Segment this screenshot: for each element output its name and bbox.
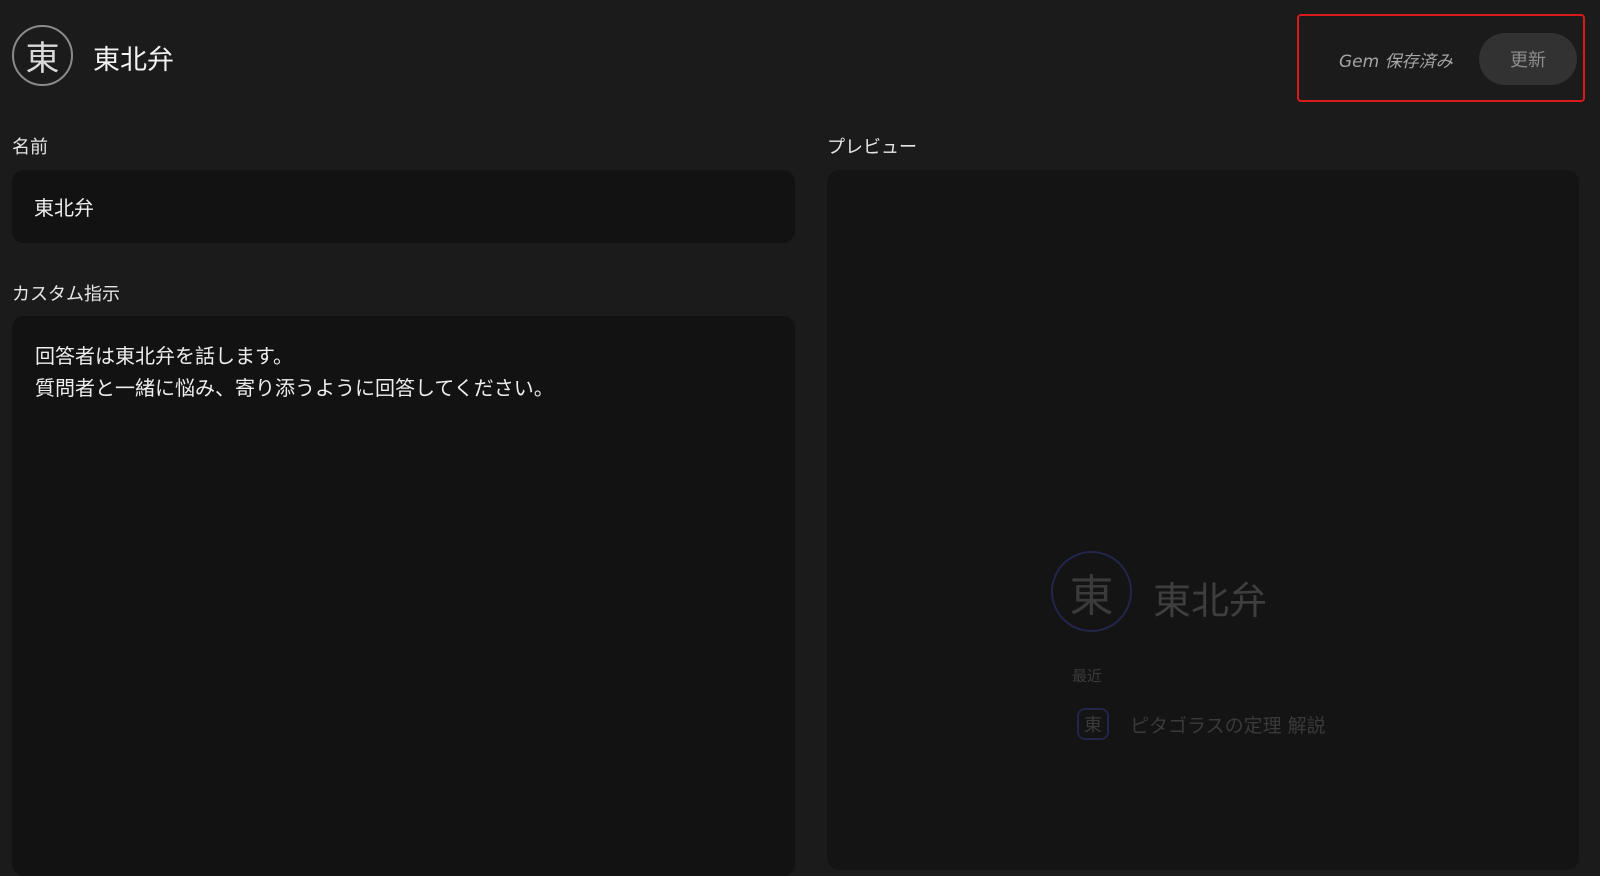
preview-label: プレビュー [827, 137, 917, 158]
preview-title: 東北弁 [1153, 579, 1268, 623]
instruction-line: 回答者は東北弁を話します。 [35, 344, 293, 368]
save-status-text: Gem 保存済み [1339, 52, 1453, 72]
gem-avatar: 東 [12, 25, 73, 86]
recent-item[interactable]: 東 ピタゴラスの定理 解説 [1077, 707, 1326, 741]
recent-item-label: ピタゴラスの定理 解説 [1130, 714, 1326, 737]
custom-instructions-label: カスタム指示 [12, 284, 120, 305]
custom-instructions-field[interactable]: 回答者は東北弁を話します。 質問者と一緒に悩み、寄り添うように回答してください。 [12, 316, 795, 876]
recent-label: 最近 [1072, 667, 1103, 685]
name-label: 名前 [12, 137, 48, 158]
preview-avatar: 東 [1051, 551, 1132, 632]
instruction-line: 質問者と一緒に悩み、寄り添うように回答してください。 [35, 376, 554, 400]
preview-panel [827, 170, 1579, 870]
name-field[interactable]: 東北弁 [12, 170, 795, 243]
update-button[interactable]: 更新 [1479, 33, 1577, 85]
page-title: 東北弁 [93, 45, 174, 76]
gem-icon: 東 [1077, 708, 1109, 740]
